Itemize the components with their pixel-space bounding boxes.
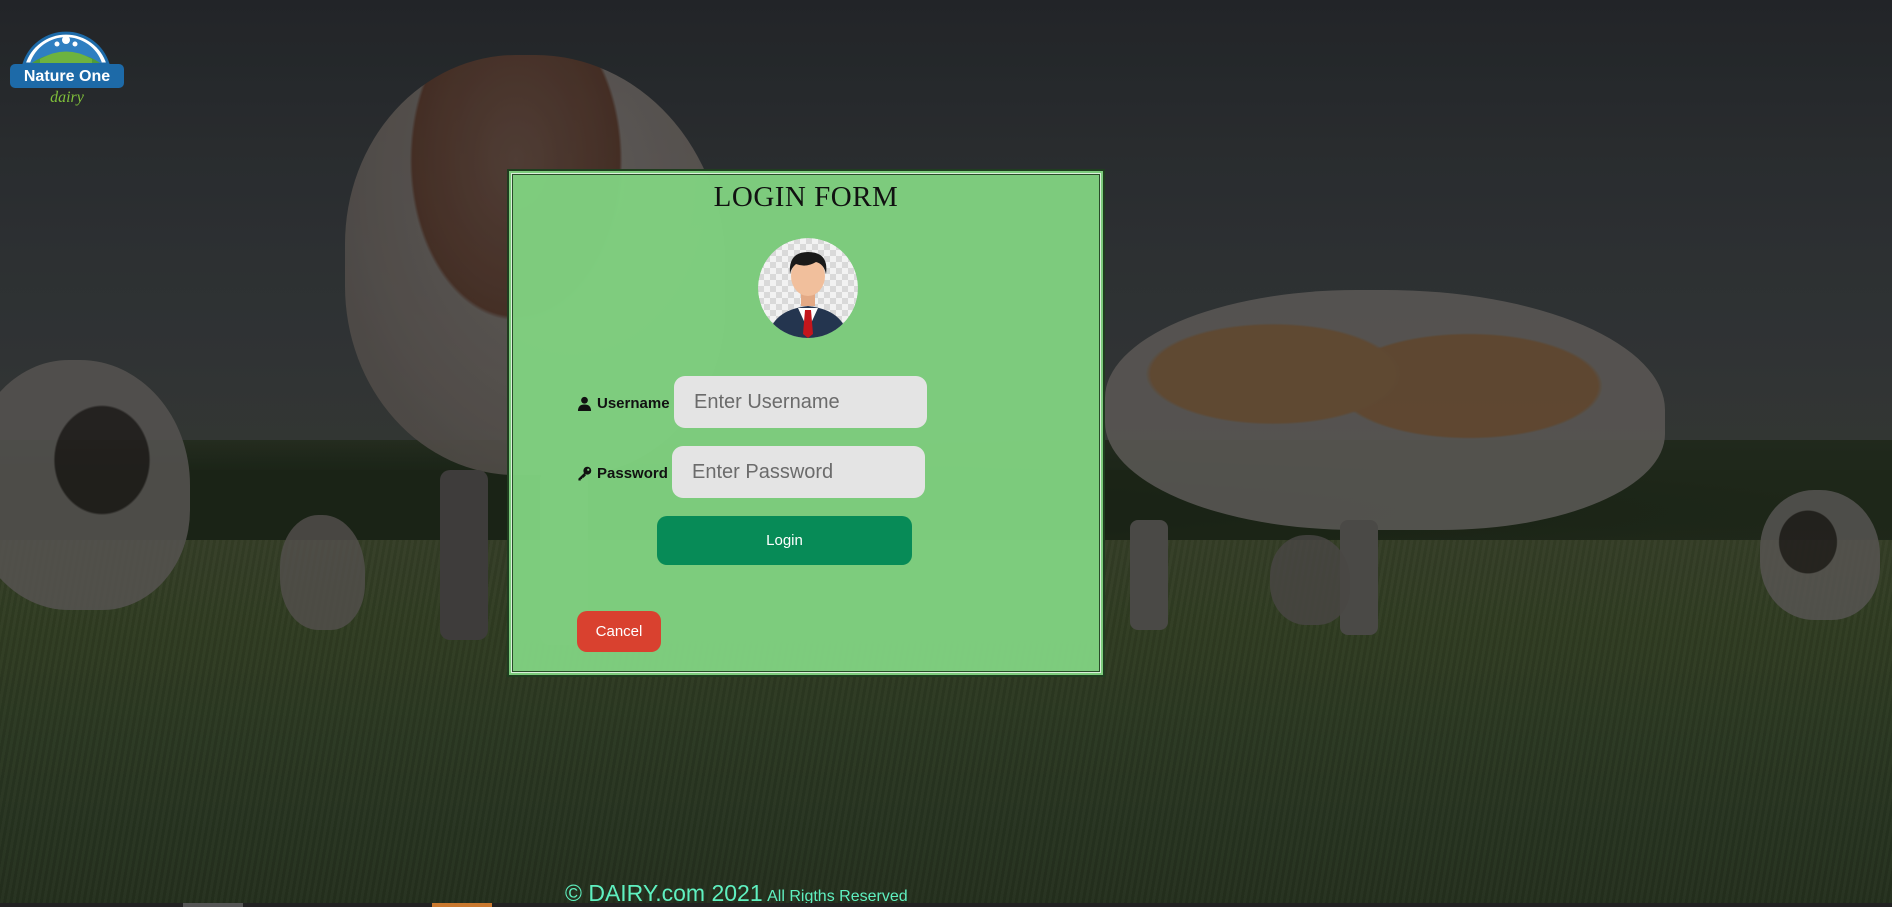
cancel-button[interactable]: Cancel xyxy=(577,611,661,652)
login-button[interactable]: Login xyxy=(657,516,912,565)
username-label: Username xyxy=(577,395,670,412)
bottom-strip xyxy=(0,903,1892,907)
login-form-title: LOGIN FORM xyxy=(713,181,899,213)
password-input[interactable] xyxy=(672,446,925,498)
bottom-strip-segment xyxy=(432,903,492,907)
username-input[interactable] xyxy=(674,376,927,428)
logo-text-line2: dairy xyxy=(50,89,85,106)
avatar-illustration xyxy=(758,238,858,338)
nature-one-dairy-logo: Nature One dairy xyxy=(10,14,125,109)
logo-graphic: Nature One dairy xyxy=(10,31,124,106)
bottom-strip-segment xyxy=(183,903,243,907)
user-icon xyxy=(577,396,592,411)
logo-text-line1: Nature One xyxy=(24,68,110,85)
user-avatar xyxy=(758,238,858,338)
password-label-text: Password xyxy=(597,465,668,482)
key-icon xyxy=(578,466,592,481)
password-label: Password xyxy=(577,465,668,482)
username-label-text: Username xyxy=(597,395,670,412)
login-form-panel: LOGIN FORM Username Enter Username Passw… xyxy=(507,169,1105,677)
